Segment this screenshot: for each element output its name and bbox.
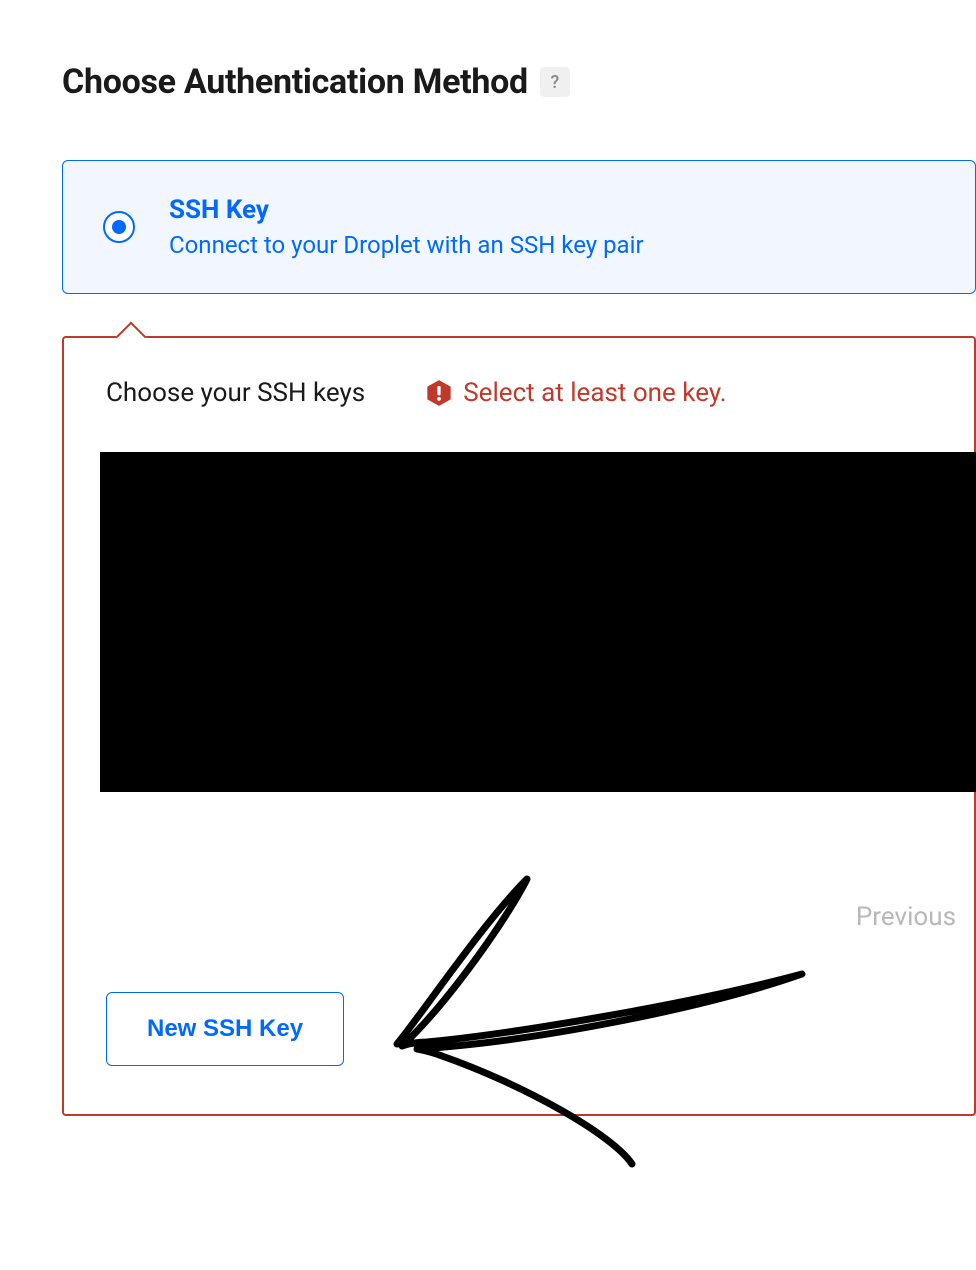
auth-option-title: SSH Key — [169, 195, 644, 225]
page-header: Choose Authentication Method ? — [62, 62, 976, 102]
ssh-keys-label: Choose your SSH keys — [106, 378, 365, 408]
ssh-panel-header: Choose your SSH keys Select at least one… — [106, 378, 974, 408]
alert-icon — [425, 379, 453, 407]
help-icon[interactable]: ? — [540, 67, 570, 97]
hand-drawn-arrow-annotation — [392, 874, 872, 1174]
ssh-keys-list-redacted — [100, 452, 976, 792]
auth-option-text: SSH Key Connect to your Droplet with an … — [169, 195, 644, 259]
previous-link[interactable]: Previous — [856, 902, 956, 932]
ssh-keys-panel: Choose your SSH keys Select at least one… — [62, 336, 976, 1116]
alert-message: Select at least one key. — [425, 378, 726, 408]
auth-option-ssh-key[interactable]: SSH Key Connect to your Droplet with an … — [62, 160, 976, 294]
alert-text: Select at least one key. — [463, 378, 726, 408]
new-ssh-key-button[interactable]: New SSH Key — [106, 992, 344, 1066]
radio-selected-icon — [103, 211, 135, 243]
auth-option-description: Connect to your Droplet with an SSH key … — [169, 231, 644, 259]
page-title: Choose Authentication Method — [62, 62, 528, 102]
